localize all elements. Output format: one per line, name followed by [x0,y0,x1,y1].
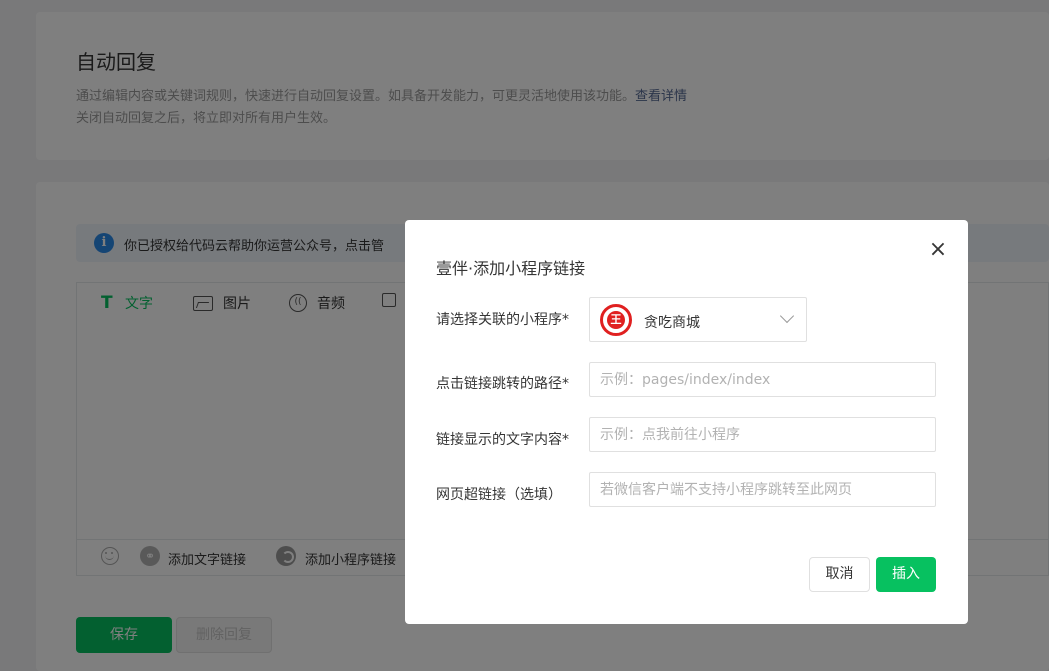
path-input[interactable] [589,362,936,397]
add-miniprogram-link-dialog: 壹伴·添加小程序链接 × 请选择关联的小程序* 王 贪吃商城 点击链接跳转的路径… [405,220,968,624]
link-text-input[interactable] [589,417,936,452]
path-label: 点击链接跳转的路径* [436,376,569,392]
miniprogram-selected-value: 贪吃商城 [644,315,700,331]
insert-button[interactable]: 插入 [876,557,936,592]
link-text-label: 链接显示的文字内容* [436,432,569,448]
miniprogram-label: 请选择关联的小程序* [436,312,569,328]
chevron-down-icon [779,308,795,324]
miniprogram-select[interactable]: 王 贪吃商城 [589,297,807,342]
web-url-label: 网页超链接（选填） [436,487,562,503]
miniprogram-logo-icon: 王 [600,304,632,336]
cancel-button[interactable]: 取消 [809,557,870,592]
close-icon[interactable]: × [927,239,949,261]
web-url-input[interactable] [589,472,936,507]
dialog-title: 壹伴·添加小程序链接 [436,259,586,278]
